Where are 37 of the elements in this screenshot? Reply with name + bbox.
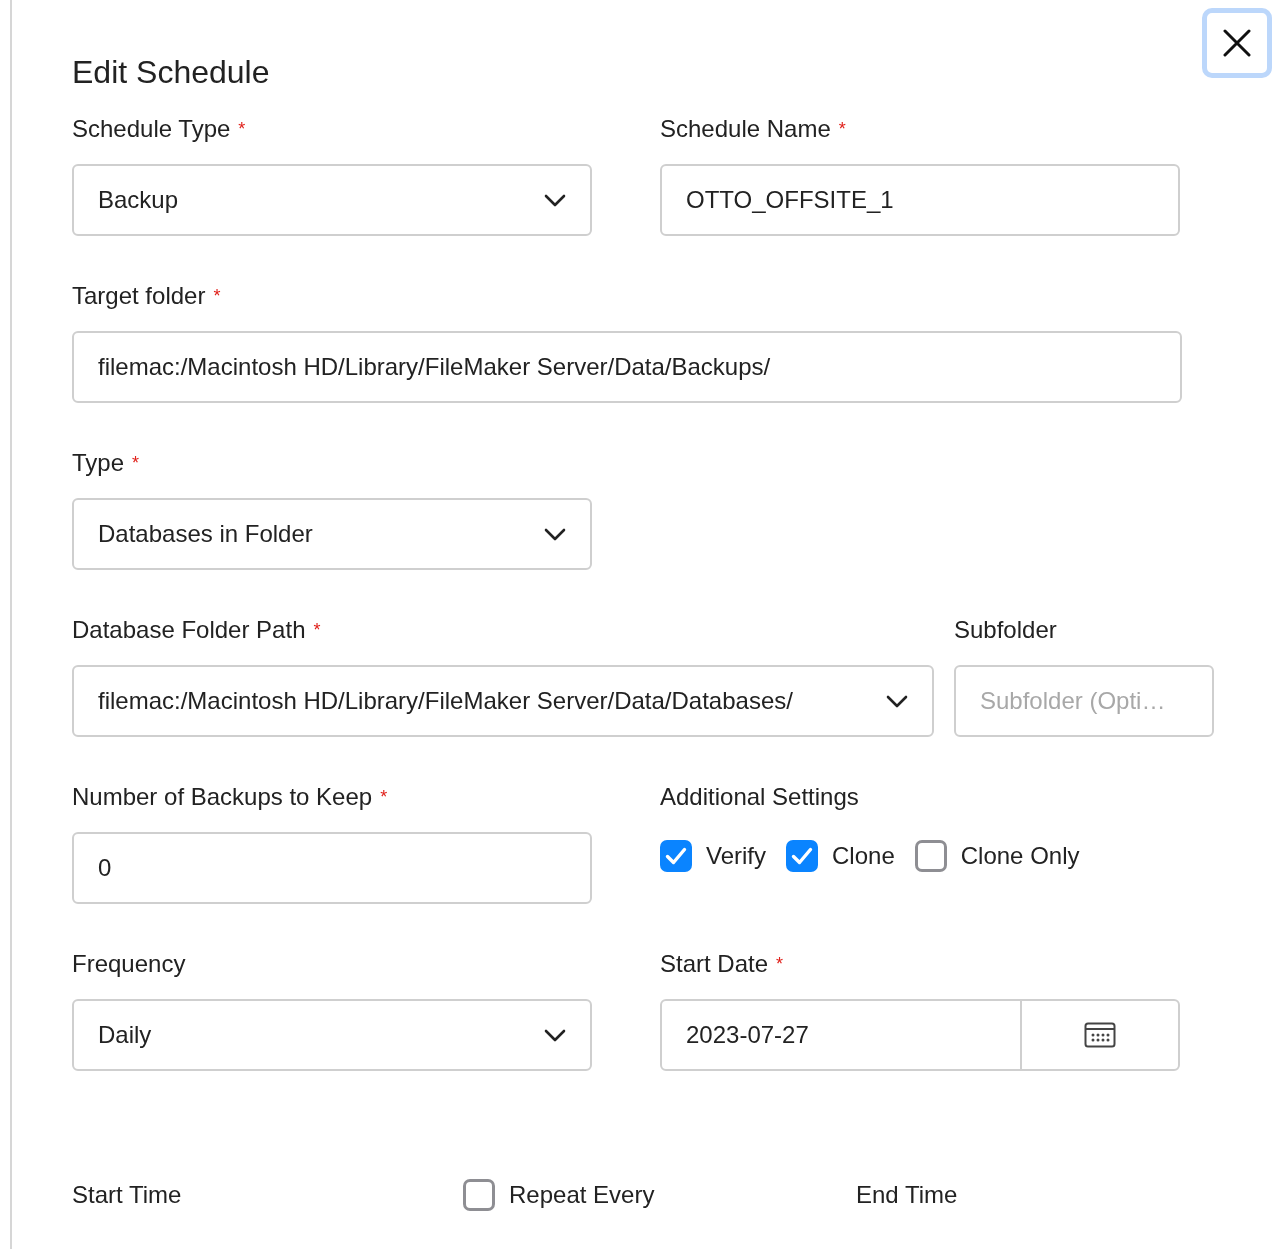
- dialog-title: Edit Schedule: [72, 53, 271, 92]
- schedule-name-field[interactable]: OTTO_OFFSITE_1: [660, 164, 1180, 236]
- backups-to-keep-field[interactable]: 0: [72, 832, 592, 904]
- frequency-label: Frequency: [72, 950, 186, 978]
- subfolder-label: Subfolder: [954, 616, 1057, 644]
- chevron-down-icon: [544, 527, 566, 541]
- checkbox[interactable]: [463, 1179, 495, 1211]
- date-field[interactable]: 2023-07-27: [660, 999, 1180, 1071]
- additional-settings-label: Additional Settings: [660, 783, 859, 811]
- checkbox-label: Verify: [706, 841, 767, 871]
- type-dropdown[interactable]: Databases in Folder: [72, 498, 592, 570]
- type-label: Type *: [72, 449, 140, 477]
- checkbox-label: Clone Only: [960, 841, 1080, 871]
- close-button[interactable]: [1202, 8, 1272, 78]
- checkbox-label: Clone: [832, 841, 895, 871]
- checkbox-label: Repeat Every: [509, 1180, 655, 1210]
- calendar-icon: [1084, 1022, 1116, 1048]
- target-folder-label: Target folder *: [72, 282, 221, 310]
- chevron-down-icon: [544, 193, 566, 207]
- end-time-label: End Time: [856, 1180, 958, 1210]
- checkbox[interactable]: [914, 840, 947, 872]
- frequency-dropdown[interactable]: Daily: [72, 999, 592, 1071]
- chevron-down-icon: [544, 1028, 566, 1042]
- schedule-type-label: Schedule Type *: [72, 115, 246, 143]
- checkbox[interactable]: [660, 840, 692, 872]
- start-date-label: Start Date *: [660, 950, 784, 978]
- schedule-name-label: Schedule Name *: [660, 115, 846, 143]
- chevron-down-icon: [886, 694, 908, 708]
- close-icon: [1223, 29, 1251, 57]
- backups-to-keep-label: Number of Backups to Keep *: [72, 783, 388, 811]
- target-folder-field[interactable]: filemac:/Macintosh HD/Library/FileMaker Server/Data/Backups/: [72, 331, 1182, 403]
- start-time-label: Start Time: [72, 1180, 183, 1210]
- database-folder-path-dropdown[interactable]: filemac:/Macintosh HD/Library/FileMaker Server/Data/Databases/: [72, 665, 934, 737]
- checkbox[interactable]: [786, 840, 819, 872]
- schedule-type-dropdown[interactable]: Backup: [72, 164, 592, 236]
- subfolder-field[interactable]: Subfolder (Opti…: [954, 665, 1214, 737]
- database-folder-path-label: Database Folder Path *: [72, 616, 321, 644]
